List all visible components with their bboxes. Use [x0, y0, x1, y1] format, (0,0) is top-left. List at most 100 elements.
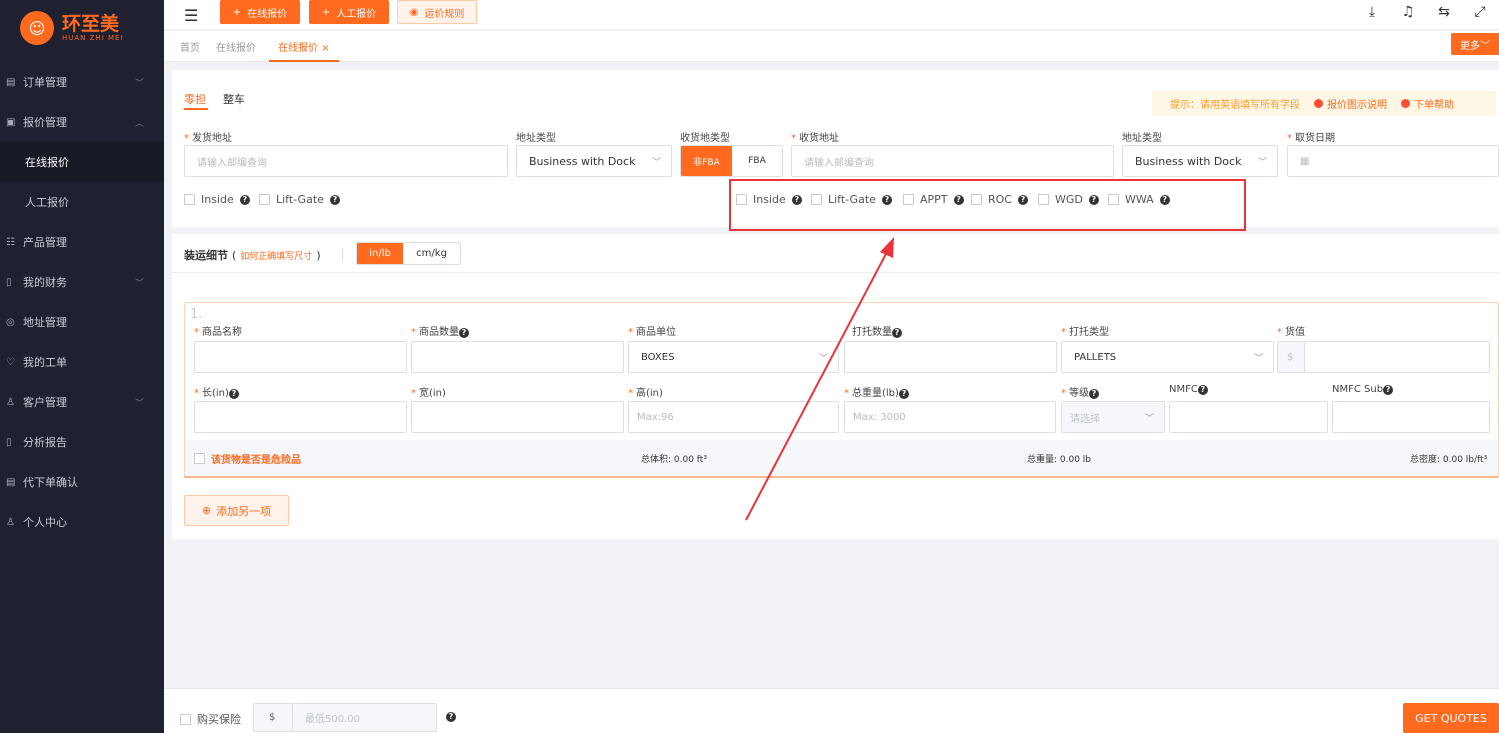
- pallet-type-select[interactable]: PALLETS ﹀: [1061, 341, 1274, 373]
- sidebar-item-label: 订单管理: [23, 76, 67, 89]
- more-button[interactable]: 更多 ﹀: [1451, 33, 1499, 55]
- unit-metric-option[interactable]: cm/kg: [403, 243, 460, 264]
- origin-type-select[interactable]: Business with Dock ﹀: [516, 145, 672, 177]
- help-icon[interactable]: ?: [1089, 389, 1099, 399]
- class-select[interactable]: 请选择 ﹀: [1061, 401, 1165, 433]
- tab-online-quote-active[interactable]: 在线报价 ×: [269, 39, 339, 62]
- pickup-date-input[interactable]: ▦: [1287, 145, 1499, 177]
- help-icon[interactable]: ?: [898, 389, 909, 399]
- translate-icon[interactable]: ⇆: [1435, 4, 1453, 20]
- calendar-icon: ▦: [1300, 155, 1310, 167]
- sidebar-item-label: 在线报价: [25, 156, 69, 169]
- manual-quote-button[interactable]: + 人工报价: [309, 0, 389, 24]
- quote-icon: ▣: [6, 116, 16, 128]
- height-input[interactable]: Max:96: [628, 401, 839, 433]
- plus-icon: +: [321, 6, 331, 18]
- sidebar-item-online-quote[interactable]: 在线报价: [0, 142, 164, 182]
- fullscreen-icon[interactable]: ⤢: [1471, 4, 1489, 20]
- weight-label: * 总重量(lb)?: [844, 384, 909, 399]
- plus-circle-icon: ⊕: [201, 504, 212, 517]
- close-icon[interactable]: ×: [321, 43, 329, 54]
- checkbox[interactable]: [194, 453, 205, 464]
- add-item-label: 添加另一项: [216, 504, 272, 518]
- fba-option[interactable]: FBA: [732, 146, 782, 176]
- get-quotes-button[interactable]: GET QUOTES: [1403, 703, 1499, 733]
- dest-type-label: 地址类型: [1122, 133, 1162, 144]
- nmfc-sub-input[interactable]: [1332, 401, 1490, 433]
- checkbox[interactable]: [184, 194, 195, 205]
- chevron-down-icon: ﹀: [134, 78, 144, 89]
- report-icon: ▯: [6, 436, 12, 448]
- checkbox[interactable]: [259, 194, 270, 205]
- item-unit-select[interactable]: BOXES ﹀: [628, 341, 839, 373]
- weight-input[interactable]: Max: 3000: [844, 401, 1056, 433]
- product-icon: ☷: [6, 236, 15, 248]
- origin-address-input[interactable]: 请输入邮编查询: [184, 145, 508, 177]
- sidebar-item-reports[interactable]: ▯ 分析报告: [0, 422, 164, 462]
- sidebar-item-profile[interactable]: ♙ 个人中心: [0, 502, 164, 542]
- length-input[interactable]: [194, 401, 407, 433]
- chevron-up-icon: ︿: [134, 118, 144, 129]
- divider: [342, 249, 343, 261]
- bell-icon[interactable]: ♫: [1399, 4, 1417, 20]
- hazmat-label: 该货物是否是危险品: [211, 455, 301, 466]
- item-unit-label: * 商品单位: [628, 327, 676, 338]
- chevron-down-icon: ﹀: [651, 157, 661, 168]
- help-icon[interactable]: ?: [329, 194, 340, 205]
- menu-toggle-icon[interactable]: ☰: [184, 6, 198, 25]
- origin-inside-option[interactable]: Inside?: [184, 193, 250, 206]
- sidebar-item-orders[interactable]: ▤ 订单管理 ﹀: [0, 62, 164, 102]
- help-icon[interactable]: ?: [228, 389, 239, 399]
- help-icon[interactable]: ?: [1197, 385, 1208, 395]
- unit-imperial-option[interactable]: in/lb: [357, 243, 404, 264]
- help-icon[interactable]: ?: [446, 712, 456, 722]
- paren-close: ): [316, 248, 321, 262]
- insurance-placeholder: 最低500.00: [305, 714, 360, 725]
- nmfc-label: NMFC?: [1169, 384, 1208, 395]
- origin-liftgate-option[interactable]: Lift-Gate?: [259, 193, 340, 206]
- rate-rules-button[interactable]: ◉ 运价规则: [397, 0, 477, 24]
- hazmat-option[interactable]: 该货物是否是危险品: [194, 451, 301, 466]
- add-item-button[interactable]: ⊕ 添加另一项: [184, 495, 289, 526]
- help-icon[interactable]: ?: [892, 328, 902, 338]
- help-icon[interactable]: ?: [1383, 385, 1394, 395]
- dest-address-input[interactable]: 请输入邮编查询: [791, 145, 1114, 177]
- sidebar-item-tickets[interactable]: ♡ 我的工单: [0, 342, 164, 382]
- order-help-link[interactable]: 下单帮助: [1401, 96, 1454, 111]
- sidebar-item-address[interactable]: ◎ 地址管理: [0, 302, 164, 342]
- tab-bar: 首页 在线报价 在线报价 × 更多 ﹀: [164, 31, 1499, 62]
- sidebar-item-quotes[interactable]: ▣ 报价管理 ︿: [0, 102, 164, 142]
- item-qty-label: * 商品数量?: [411, 323, 469, 338]
- width-input[interactable]: [411, 401, 624, 433]
- sidebar-item-label: 报价管理: [23, 116, 67, 129]
- tab-online-quote[interactable]: 在线报价: [216, 39, 256, 54]
- sidebar-item-manual-quote[interactable]: 人工报价: [0, 182, 164, 222]
- item-name-input[interactable]: [194, 341, 407, 373]
- item-qty-input[interactable]: [411, 341, 624, 373]
- nmfc-input[interactable]: [1169, 401, 1328, 433]
- checkbox[interactable]: [180, 713, 191, 725]
- sidebar-item-products[interactable]: ☷ 产品管理: [0, 222, 164, 262]
- tab-home[interactable]: 首页: [180, 39, 200, 54]
- tab-ftl[interactable]: 整车: [223, 91, 245, 107]
- dest-type-select[interactable]: Business with Dock ﹀: [1122, 145, 1278, 177]
- insurance-amount-input[interactable]: 最低500.00: [292, 703, 437, 732]
- chevron-down-icon: ﹀: [1257, 157, 1267, 168]
- non-fba-option[interactable]: 非FBA: [681, 146, 732, 176]
- tab-ltl[interactable]: 零担: [184, 91, 206, 107]
- help-icon[interactable]: ?: [239, 194, 250, 205]
- online-quote-button[interactable]: + 在线报价: [220, 0, 300, 24]
- pallet-qty-input[interactable]: [844, 341, 1057, 373]
- sidebar-item-customers[interactable]: ♙ 客户管理 ﹀: [0, 382, 164, 422]
- option-label: Inside: [201, 193, 234, 206]
- insurance-option[interactable]: 购买保险: [180, 711, 241, 727]
- sidebar-item-finance[interactable]: ▯ 我的财务 ﹀: [0, 262, 164, 302]
- goods-value-input[interactable]: [1304, 341, 1490, 373]
- download-icon[interactable]: ⤓: [1363, 4, 1381, 20]
- plus-icon: +: [232, 6, 242, 18]
- help-icon[interactable]: ?: [459, 328, 469, 338]
- quote-diagram-link[interactable]: 报价图示说明: [1314, 96, 1387, 111]
- sidebar-item-proxy-confirm[interactable]: ▤ 代下单确认: [0, 462, 164, 502]
- dimension-help-link[interactable]: 如何正确填写尺寸: [240, 249, 312, 262]
- sidebar-item-label: 客户管理: [23, 396, 67, 409]
